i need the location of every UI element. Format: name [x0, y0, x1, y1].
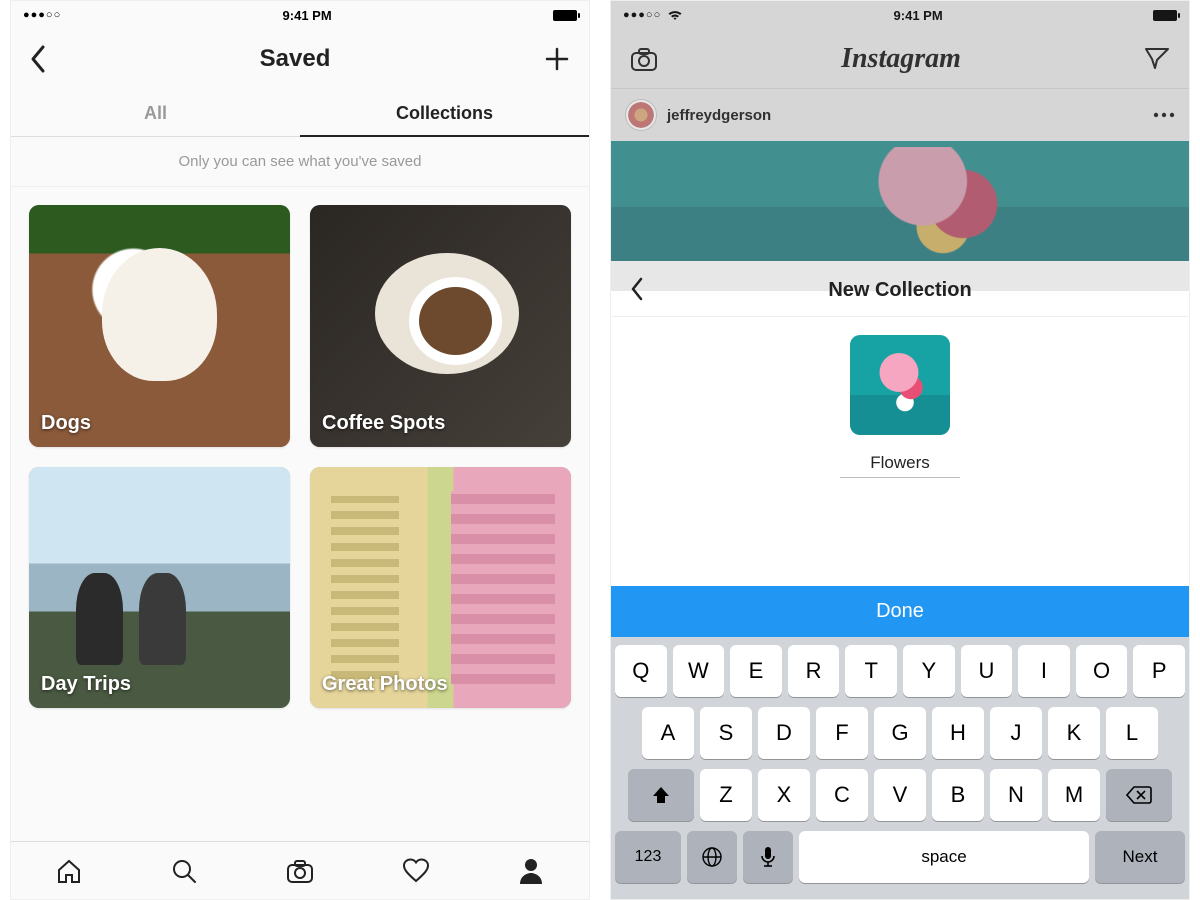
status-bar: ●●●○○ 9:41 PM — [11, 1, 589, 29]
next-key[interactable]: Next — [1095, 831, 1185, 883]
privacy-notice: Only you can see what you've saved — [11, 137, 589, 187]
collection-name-input[interactable] — [840, 449, 960, 478]
kb-row-2: A S D F G H J K L — [615, 707, 1185, 759]
key[interactable]: M — [1048, 769, 1100, 821]
camera-icon[interactable] — [285, 856, 315, 886]
username[interactable]: jeffreydgerson — [667, 107, 771, 124]
key[interactable]: A — [642, 707, 694, 759]
backspace-key[interactable] — [1106, 769, 1172, 821]
kb-row-3: Z X C V B N M — [615, 769, 1185, 821]
collections-grid: Dogs Coffee Spots Day Trips Great Photos — [11, 187, 589, 726]
kb-row-4: 123 space Next — [615, 831, 1185, 883]
mic-key[interactable] — [743, 831, 793, 883]
direct-icon[interactable] — [1143, 45, 1171, 73]
post-header: jeffreydgerson — [611, 89, 1189, 141]
key[interactable]: N — [990, 769, 1042, 821]
key[interactable]: J — [990, 707, 1042, 759]
status-bar: ●●●○○ 9:41 PM — [611, 1, 1189, 29]
key[interactable]: O — [1076, 645, 1128, 697]
camera-icon[interactable] — [629, 45, 659, 73]
key[interactable]: R — [788, 645, 840, 697]
collection-label: Coffee Spots — [322, 412, 445, 435]
add-button[interactable] — [543, 45, 571, 73]
phone-saved-collections: ●●●○○ 9:41 PM Saved All Collections Only… — [10, 0, 590, 900]
signal-icon: ●●●○○ — [23, 9, 61, 21]
numbers-key[interactable]: 123 — [615, 831, 681, 883]
sheet-title: New Collection — [828, 279, 971, 302]
key[interactable]: W — [673, 645, 725, 697]
instagram-logo: Instagram — [841, 43, 961, 75]
search-icon[interactable] — [169, 856, 199, 886]
tab-bar — [11, 841, 589, 899]
collection-tile[interactable]: Day Trips — [29, 467, 290, 709]
collection-cover — [310, 205, 571, 447]
key[interactable]: S — [700, 707, 752, 759]
status-time: 9:41 PM — [894, 8, 943, 23]
key[interactable]: L — [1106, 707, 1158, 759]
collection-tile[interactable]: Great Photos — [310, 467, 571, 709]
key[interactable]: B — [932, 769, 984, 821]
signal-icon: ●●●○○ — [623, 9, 661, 21]
space-key[interactable]: space — [799, 831, 1089, 883]
tab-all[interactable]: All — [11, 89, 300, 136]
collection-preview-thumb — [850, 335, 950, 435]
phone-new-collection: ●●●○○ 9:41 PM Instagram jeffreydgerson — [610, 0, 1190, 900]
keyboard-done-button[interactable]: Done — [611, 586, 1189, 637]
key[interactable]: T — [845, 645, 897, 697]
key[interactable]: P — [1133, 645, 1185, 697]
keyboard: Done Q W E R T Y U I O P A — [611, 586, 1189, 899]
page-title: Saved — [260, 45, 331, 73]
key[interactable]: Q — [615, 645, 667, 697]
key[interactable]: K — [1048, 707, 1100, 759]
key[interactable]: F — [816, 707, 868, 759]
tabs: All Collections — [11, 89, 589, 137]
home-icon[interactable] — [54, 856, 84, 886]
key[interactable]: E — [730, 645, 782, 697]
nav-bar: Saved — [11, 29, 589, 89]
collection-label: Great Photos — [322, 673, 448, 696]
key[interactable]: X — [758, 769, 810, 821]
collection-tile[interactable]: Coffee Spots — [310, 205, 571, 447]
collection-label: Day Trips — [41, 673, 131, 696]
key[interactable]: U — [961, 645, 1013, 697]
battery-icon — [553, 10, 577, 21]
wifi-icon — [667, 9, 683, 21]
post-image — [611, 141, 1189, 261]
collection-cover — [29, 205, 290, 447]
tab-collections[interactable]: Collections — [300, 89, 589, 136]
key[interactable]: C — [816, 769, 868, 821]
back-button[interactable] — [29, 44, 47, 74]
more-icon[interactable] — [1153, 112, 1175, 118]
kb-row-1: Q W E R T Y U I O P — [615, 645, 1185, 697]
globe-key[interactable] — [687, 831, 737, 883]
avatar[interactable] — [625, 99, 657, 131]
new-collection-sheet: New Collection Done Q W E R T Y U — [611, 261, 1189, 899]
key[interactable]: V — [874, 769, 926, 821]
battery-icon — [1153, 10, 1177, 21]
key[interactable]: Z — [700, 769, 752, 821]
key[interactable]: D — [758, 707, 810, 759]
ig-nav: Instagram — [611, 29, 1189, 89]
key[interactable]: Y — [903, 645, 955, 697]
status-time: 9:41 PM — [283, 8, 332, 23]
sheet-back-button[interactable] — [629, 276, 645, 302]
key[interactable]: G — [874, 707, 926, 759]
heart-icon[interactable] — [401, 856, 431, 886]
profile-icon[interactable] — [516, 856, 546, 886]
key[interactable]: I — [1018, 645, 1070, 697]
key[interactable]: H — [932, 707, 984, 759]
collection-label: Dogs — [41, 412, 91, 435]
collection-tile[interactable]: Dogs — [29, 205, 290, 447]
shift-key[interactable] — [628, 769, 694, 821]
